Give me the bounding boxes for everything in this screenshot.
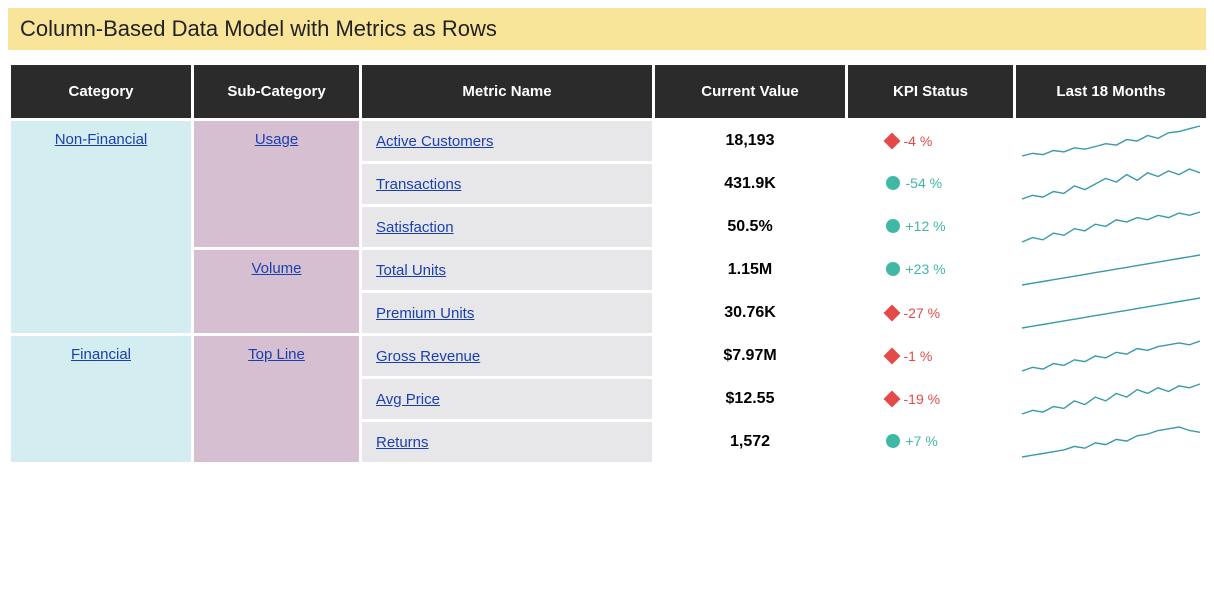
subcat-top-line: Top Line	[194, 336, 359, 462]
link-top-line[interactable]: Top Line	[248, 346, 305, 363]
kpi-bad-icon	[883, 304, 900, 321]
spark-transactions	[1016, 164, 1206, 204]
kpi-text: +23 %	[906, 261, 946, 277]
sparkline-icon	[1020, 339, 1202, 373]
link-premium-units[interactable]: Premium Units	[376, 305, 474, 322]
header-row: Category Sub-Category Metric Name Curren…	[11, 65, 1206, 118]
spark-returns	[1016, 422, 1206, 462]
spark-premium-units	[1016, 293, 1206, 333]
kpi-text: -1 %	[904, 348, 933, 364]
value-premium-units: 30.76K	[655, 293, 845, 333]
metric-name-cell: Gross Revenue	[362, 336, 652, 376]
metric-name-cell: Total Units	[362, 250, 652, 290]
kpi-gross-revenue: -1 %	[848, 336, 1013, 376]
spark-avg-price	[1016, 379, 1206, 419]
hdr-metric: Metric Name	[362, 65, 652, 118]
kpi-returns: +7 %	[848, 422, 1013, 462]
table-row: Non-Financial Usage Active Customers 18,…	[11, 121, 1206, 161]
sparkline-icon	[1020, 210, 1202, 244]
kpi-text: -19 %	[904, 391, 941, 407]
link-usage[interactable]: Usage	[255, 131, 298, 148]
sparkline-icon	[1020, 124, 1202, 158]
link-active-customers[interactable]: Active Customers	[376, 133, 494, 150]
kpi-bad-icon	[883, 132, 900, 149]
sparkline-icon	[1020, 382, 1202, 416]
metric-name-cell: Active Customers	[362, 121, 652, 161]
metric-name-cell: Transactions	[362, 164, 652, 204]
kpi-total-units: +23 %	[848, 250, 1013, 290]
link-total-units[interactable]: Total Units	[376, 262, 446, 279]
kpi-bad-icon	[883, 347, 900, 364]
spark-gross-revenue	[1016, 336, 1206, 376]
kpi-premium-units: -27 %	[848, 293, 1013, 333]
kpi-avg-price: -19 %	[848, 379, 1013, 419]
hdr-category: Category	[11, 65, 191, 118]
spark-satisfaction	[1016, 207, 1206, 247]
metrics-table: Category Sub-Category Metric Name Curren…	[8, 62, 1209, 465]
kpi-bad-icon	[883, 390, 900, 407]
kpi-text: +12 %	[906, 218, 946, 234]
value-transactions: 431.9K	[655, 164, 845, 204]
subcat-usage: Usage	[194, 121, 359, 247]
link-transactions[interactable]: Transactions	[376, 176, 461, 193]
kpi-transactions: -54 %	[848, 164, 1013, 204]
link-avg-price[interactable]: Avg Price	[376, 391, 440, 408]
sparkline-icon	[1020, 425, 1202, 459]
kpi-text: -27 %	[904, 305, 941, 321]
hdr-current: Current Value	[655, 65, 845, 118]
kpi-good-icon	[886, 219, 900, 233]
sparkline-icon	[1020, 253, 1202, 287]
link-satisfaction[interactable]: Satisfaction	[376, 219, 454, 236]
kpi-satisfaction: +12 %	[848, 207, 1013, 247]
kpi-active-customers: -4 %	[848, 121, 1013, 161]
category-non-financial: Non-Financial	[11, 121, 191, 333]
sparkline-icon	[1020, 296, 1202, 330]
metric-name-cell: Returns	[362, 422, 652, 462]
table-row: Financial Top Line Gross Revenue $7.97M …	[11, 336, 1206, 376]
metric-name-cell: Satisfaction	[362, 207, 652, 247]
sparkline-icon	[1020, 167, 1202, 201]
value-satisfaction: 50.5%	[655, 207, 845, 247]
value-active-customers: 18,193	[655, 121, 845, 161]
value-gross-revenue: $7.97M	[655, 336, 845, 376]
metric-name-cell: Premium Units	[362, 293, 652, 333]
link-financial[interactable]: Financial	[71, 346, 131, 363]
value-total-units: 1.15M	[655, 250, 845, 290]
spark-active-customers	[1016, 121, 1206, 161]
kpi-text: +7 %	[906, 433, 938, 449]
link-returns[interactable]: Returns	[376, 434, 429, 451]
kpi-good-icon	[886, 434, 900, 448]
metric-name-cell: Avg Price	[362, 379, 652, 419]
subcat-volume: Volume	[194, 250, 359, 333]
kpi-text: -54 %	[906, 175, 943, 191]
page-title: Column-Based Data Model with Metrics as …	[8, 8, 1206, 50]
kpi-good-icon	[886, 262, 900, 276]
kpi-text: -4 %	[904, 133, 933, 149]
kpi-good-icon	[886, 176, 900, 190]
link-volume[interactable]: Volume	[251, 260, 301, 277]
hdr-sub: Sub-Category	[194, 65, 359, 118]
link-gross-revenue[interactable]: Gross Revenue	[376, 348, 480, 365]
link-non-financial[interactable]: Non-Financial	[55, 131, 148, 148]
hdr-kpi: KPI Status	[848, 65, 1013, 118]
hdr-spark: Last 18 Months	[1016, 65, 1206, 118]
spark-total-units	[1016, 250, 1206, 290]
value-avg-price: $12.55	[655, 379, 845, 419]
value-returns: 1,572	[655, 422, 845, 462]
category-financial: Financial	[11, 336, 191, 462]
